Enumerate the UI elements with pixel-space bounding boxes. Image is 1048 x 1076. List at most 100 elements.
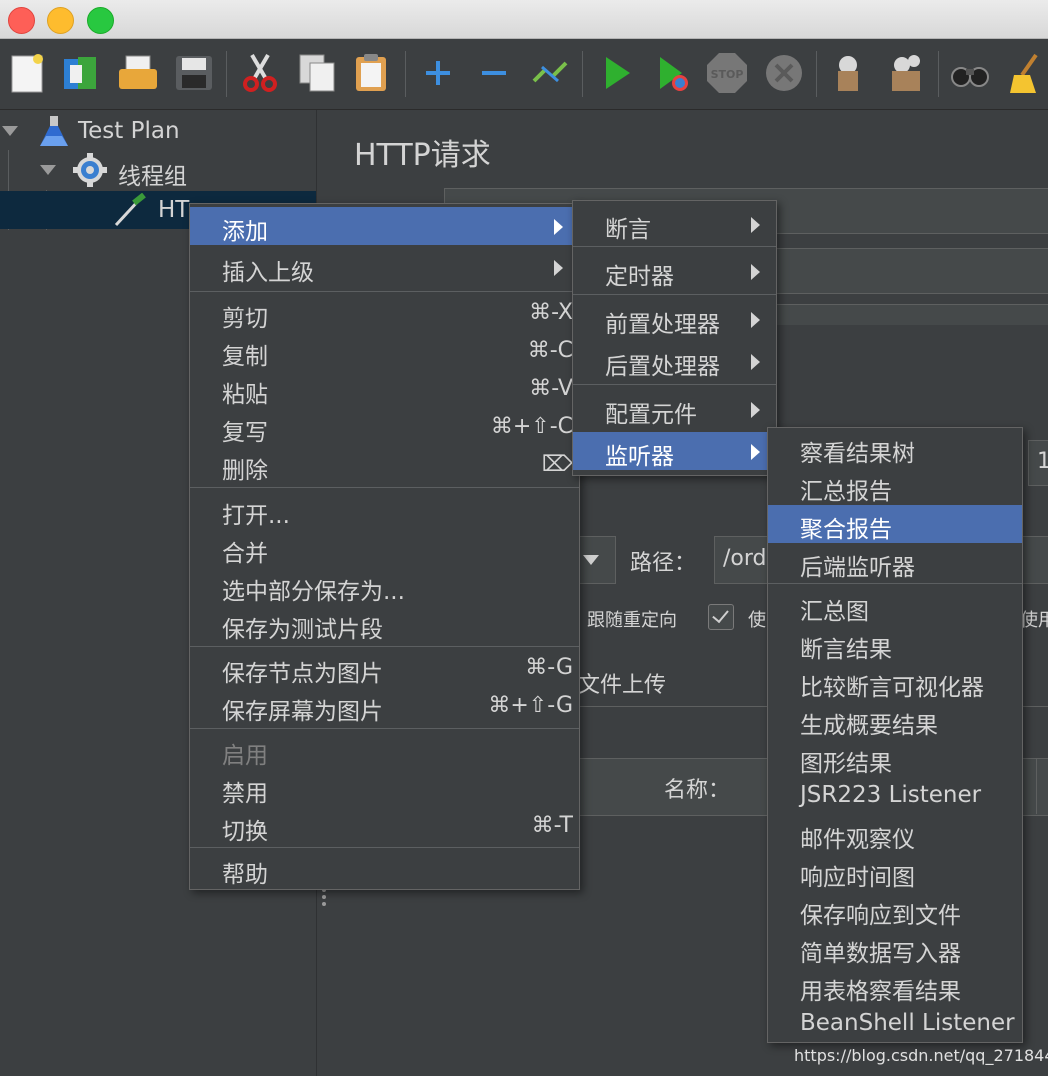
copy-icon[interactable]	[296, 51, 340, 95]
menu-item-shortcut: ⌘-G	[525, 655, 573, 680]
paste-icon[interactable]	[350, 51, 394, 95]
chevron-down-icon[interactable]	[40, 165, 56, 175]
menu-item-label: 响应时间图	[800, 865, 915, 891]
menu-item-label: 剪切	[222, 306, 268, 332]
menu-item-duplicate[interactable]: 复写 ⌘+⇧-C	[190, 408, 579, 446]
menu-item-paste[interactable]: 粘贴 ⌘-V	[190, 370, 579, 408]
tree-item-label: Test Plan	[78, 118, 180, 144]
menu-item-response-time-graph[interactable]: 响应时间图	[768, 853, 1022, 891]
menu-item-save-node-image[interactable]: 保存节点为图片 ⌘-G	[190, 649, 579, 687]
toolbar: STOP	[0, 39, 1048, 110]
tree-item-test-plan[interactable]: Test Plan	[0, 112, 316, 150]
menu-item-label: 监听器	[605, 444, 674, 470]
stop-icon[interactable]: STOP	[705, 51, 749, 95]
chevron-right-icon	[751, 312, 760, 328]
menu-item-help[interactable]: 帮助	[190, 850, 579, 888]
use-keepalive-checkbox[interactable]	[708, 604, 734, 630]
save-icon[interactable]	[172, 51, 216, 95]
menu-item-cut[interactable]: 剪切 ⌘-X	[190, 294, 579, 332]
flask-icon	[36, 114, 72, 148]
menu-item-label: 后置处理器	[605, 354, 720, 380]
server-port-field[interactable]: 1	[1028, 440, 1048, 486]
menu-item-mailer-visualizer[interactable]: 邮件观察仪	[768, 815, 1022, 853]
menu-item-view-results-in-table[interactable]: 用表格察看结果	[768, 967, 1022, 1005]
menu-item-shortcut: ⌘+⇧-C	[490, 414, 573, 439]
menu-separator	[573, 294, 776, 295]
menu-item-add[interactable]: 添加	[190, 207, 579, 245]
menu-item-assertions[interactable]: 断言	[573, 205, 776, 243]
menu-item-beanshell-listener[interactable]: BeanShell Listener	[768, 1005, 1022, 1043]
tree-item-thread-group[interactable]: 线程组	[0, 151, 316, 190]
cut-icon[interactable]	[238, 51, 282, 95]
menu-item-simple-data-writer[interactable]: 简单数据写入器	[768, 929, 1022, 967]
reset-search-icon[interactable]	[1004, 51, 1048, 95]
svg-text:STOP: STOP	[711, 68, 744, 81]
menu-item-save-screen-image[interactable]: 保存屏幕为图片 ⌘+⇧-G	[190, 687, 579, 725]
clear-icon[interactable]	[826, 51, 870, 95]
menu-item-summary-report[interactable]: 汇总报告	[768, 467, 1022, 505]
menu-item-config-elements[interactable]: 配置元件	[573, 390, 776, 428]
menu-separator	[573, 384, 776, 385]
menu-item-assertion-results[interactable]: 断言结果	[768, 625, 1022, 663]
clear-all-icon[interactable]	[884, 51, 928, 95]
splitter-grip-icon[interactable]	[322, 888, 326, 910]
shutdown-icon[interactable]	[762, 51, 806, 95]
menu-separator	[190, 646, 579, 647]
menu-item-label: 定时器	[605, 264, 674, 290]
menu-item-delete[interactable]: 删除 ⌦	[190, 446, 579, 484]
menu-item-label: 帮助	[222, 862, 268, 888]
zoom-window-button[interactable]	[87, 7, 114, 34]
toggle-icon[interactable]	[528, 51, 572, 95]
menu-item-listeners[interactable]: 监听器	[573, 432, 776, 470]
menu-item-insert-parent[interactable]: 插入上级	[190, 248, 579, 286]
menu-item-label: 断言结果	[800, 637, 892, 663]
menu-separator	[190, 847, 579, 848]
collapse-icon[interactable]	[472, 51, 516, 95]
menu-item-aggregate-report[interactable]: 聚合报告	[768, 505, 1022, 543]
menu-item-post-processors[interactable]: 后置处理器	[573, 342, 776, 380]
menu-item-label: 保存节点为图片	[222, 661, 383, 687]
menu-item-aggregate-graph[interactable]: 汇总图	[768, 587, 1022, 625]
menu-item-save-as-fragment[interactable]: 保存为测试片段	[190, 605, 579, 643]
menu-item-save-selection-as[interactable]: 选中部分保存为...	[190, 567, 579, 605]
menu-item-pre-processors[interactable]: 前置处理器	[573, 300, 776, 338]
tab-file-upload[interactable]: 文件上传	[578, 667, 666, 699]
new-icon[interactable]	[6, 51, 50, 95]
start-icon[interactable]	[594, 51, 638, 95]
close-window-button[interactable]	[8, 7, 35, 34]
delete-key-icon: ⌦	[541, 452, 573, 477]
menu-item-label: 后端监听器	[800, 555, 915, 581]
menu-separator	[768, 583, 1022, 584]
menu-item-merge[interactable]: 合并	[190, 529, 579, 567]
column-divider	[1036, 758, 1037, 814]
menu-item-backend-listener[interactable]: 后端监听器	[768, 543, 1022, 581]
listener-submenu: 察看结果树 汇总报告 聚合报告 后端监听器 汇总图 断言结果 比较断言可视化器 …	[767, 427, 1023, 1043]
menu-item-label: BeanShell Listener	[800, 1010, 1015, 1036]
search-icon[interactable]	[948, 51, 992, 95]
menu-item-open[interactable]: 打开...	[190, 491, 579, 529]
menu-item-timers[interactable]: 定时器	[573, 252, 776, 290]
window-titlebar	[0, 0, 1048, 39]
menu-item-enable: 启用	[190, 731, 579, 769]
menu-item-label: 复写	[222, 420, 268, 446]
menu-item-label: 保存屏幕为图片	[222, 699, 383, 725]
menu-item-toggle[interactable]: 切换 ⌘-T	[190, 807, 579, 845]
chevron-down-icon[interactable]	[2, 126, 18, 136]
menu-item-graph-results[interactable]: 图形结果	[768, 739, 1022, 777]
open-icon[interactable]	[116, 51, 160, 95]
menu-item-copy[interactable]: 复制 ⌘-C	[190, 332, 579, 370]
menu-item-disable[interactable]: 禁用	[190, 769, 579, 807]
menu-item-comparison-assertion-visualizer[interactable]: 比较断言可视化器	[768, 663, 1022, 701]
gear-icon	[72, 153, 108, 187]
menu-item-jsr223-listener[interactable]: JSR223 Listener	[768, 777, 1022, 815]
expand-icon[interactable]	[416, 51, 460, 95]
menu-item-save-responses-to-file[interactable]: 保存响应到文件	[768, 891, 1022, 929]
menu-item-shortcut: ⌘-V	[529, 376, 573, 401]
templates-icon[interactable]	[58, 51, 102, 95]
start-no-pause-icon[interactable]	[650, 51, 694, 95]
chevron-right-icon	[554, 260, 563, 276]
minimize-window-button[interactable]	[47, 7, 74, 34]
menu-item-generate-summary-results[interactable]: 生成概要结果	[768, 701, 1022, 739]
menu-item-view-results-tree[interactable]: 察看结果树	[768, 429, 1022, 467]
tree-item-label: HT	[158, 197, 190, 223]
